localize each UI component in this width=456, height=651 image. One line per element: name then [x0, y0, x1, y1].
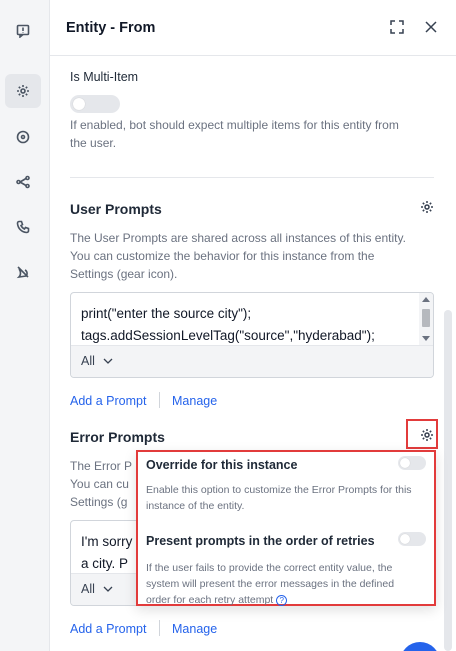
expand-icon	[390, 20, 404, 34]
rail-settings-button[interactable]	[5, 74, 41, 108]
chevron-down-icon	[103, 358, 113, 364]
close-icon	[425, 21, 437, 33]
phone-icon	[16, 220, 30, 234]
toggle-knob	[400, 534, 410, 544]
channel-filter-value: All	[81, 354, 95, 368]
link-separator	[159, 620, 160, 636]
order-description-1: If the user fails to provide the correct…	[146, 562, 393, 574]
error-prompts-description-1: The Error P	[70, 459, 133, 473]
divider	[70, 177, 434, 178]
rail-flow-button[interactable]	[5, 165, 41, 199]
scroll-down-arrow[interactable]	[422, 336, 430, 341]
flow-icon	[16, 175, 30, 189]
override-toggle[interactable]	[398, 456, 426, 470]
user-prompts-settings-button[interactable]	[419, 199, 435, 215]
gear-icon	[421, 201, 433, 213]
left-rail	[0, 0, 50, 651]
rail-phone-button[interactable]	[5, 210, 41, 244]
editor-footer: All	[71, 345, 433, 377]
override-description-2: instance of the entity.	[146, 500, 245, 512]
link-separator	[159, 392, 160, 408]
expand-button[interactable]	[388, 18, 406, 36]
chevron-down-icon	[103, 586, 113, 592]
order-description-2: system will present the error messages i…	[146, 578, 395, 590]
target-icon	[16, 130, 30, 144]
order-description-3-row: order for each retry attempt?	[146, 592, 418, 608]
toggle-knob	[73, 98, 85, 110]
error-prompt-settings-popup: Override for this instance Enable this o…	[136, 450, 436, 606]
user-prompts-title: User Prompts	[70, 201, 162, 217]
panel-header: Entity - From	[50, 0, 456, 56]
rail-bug-button[interactable]	[5, 255, 41, 289]
error-prompts-description-2: You can cu	[70, 477, 129, 491]
user-prompts-description-3: Settings (gear icon).	[70, 267, 178, 281]
add-prompt-link[interactable]: Add a Prompt	[70, 394, 146, 408]
error-prompts-settings-button[interactable]	[419, 427, 435, 443]
user-prompts-description-2: You can customize the behavior for this …	[70, 249, 375, 263]
override-description-1: Enable this option to customize the Erro…	[146, 484, 412, 496]
bug-icon	[16, 266, 29, 279]
rail-chat-button[interactable]	[5, 14, 41, 48]
multi-item-toggle[interactable]	[70, 95, 120, 113]
manage-error-prompts-link[interactable]: Manage	[172, 622, 217, 636]
help-icon[interactable]: ?	[276, 594, 288, 606]
prompt-code-line-1: print("enter the source city");	[81, 306, 252, 321]
prompt-code-line-2: tags.addSessionLevelTag("source","hydera…	[81, 328, 375, 343]
close-button[interactable]	[422, 18, 440, 36]
manage-prompts-link[interactable]: Manage	[172, 394, 217, 408]
scroll-up-arrow[interactable]	[422, 297, 430, 302]
error-prompts-description-3: Settings (g	[70, 495, 128, 509]
add-error-prompt-link[interactable]: Add a Prompt	[70, 622, 146, 636]
error-channel-filter-select[interactable]: All	[81, 582, 113, 596]
error-code-line-1: I'm sorry	[81, 534, 133, 549]
multi-item-description-2: the user.	[70, 136, 117, 150]
editor-scrollbar[interactable]	[419, 293, 433, 345]
toggle-knob	[400, 458, 410, 468]
chat-alert-icon	[16, 24, 30, 38]
error-prompts-title: Error Prompts	[70, 429, 165, 445]
multi-item-label: Is Multi-Item	[70, 70, 139, 84]
scroll-thumb[interactable]	[422, 309, 430, 327]
channel-filter-select[interactable]: All	[81, 354, 113, 368]
user-prompts-description-1: The User Prompts are shared across all i…	[70, 231, 406, 245]
override-title: Override for this instance	[146, 458, 298, 472]
rail-target-button[interactable]	[5, 120, 41, 154]
gear-icon	[17, 85, 29, 97]
panel-scrollbar[interactable]	[444, 310, 452, 651]
error-channel-filter-value: All	[81, 582, 95, 596]
order-title: Present prompts in the order of retries	[146, 534, 375, 548]
multi-item-description-1: If enabled, bot should expect multiple i…	[70, 118, 399, 132]
page-title: Entity - From	[66, 20, 156, 36]
order-of-retries-toggle[interactable]	[398, 532, 426, 546]
user-prompt-editor[interactable]: print("enter the source city"); tags.add…	[70, 292, 434, 378]
gear-icon	[421, 429, 433, 441]
error-code-line-2: a city. P	[81, 556, 129, 571]
order-description-3: order for each retry attempt	[146, 594, 274, 606]
